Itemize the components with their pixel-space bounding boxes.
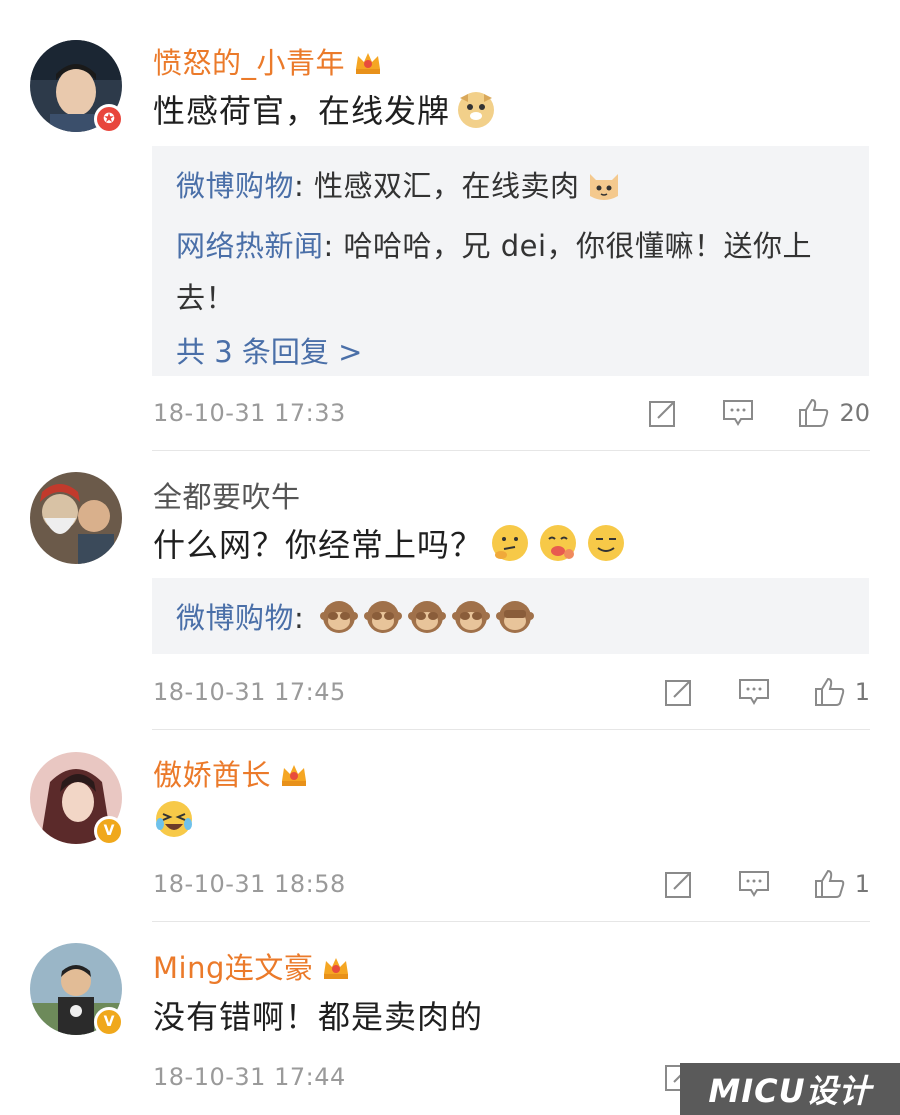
like-button[interactable]: 1: [813, 675, 870, 709]
vip-crown-icon: [279, 761, 309, 796]
avatar[interactable]: [30, 472, 122, 564]
smirk-emoji-icon: [585, 522, 627, 572]
username-text[interactable]: 傲娇酋长: [153, 758, 271, 792]
watermark-logo: MICU设计: [680, 1063, 900, 1115]
verified-badge-icon: ✪: [94, 104, 124, 134]
thumbs-up-icon: [814, 869, 844, 898]
reply-text: 性感双汇，在线卖肉: [314, 169, 580, 203]
like-button[interactable]: 20: [797, 396, 870, 430]
reply-box[interactable]: 微博购物: 性感双汇，在线卖肉 网络热新闻: 哈哈哈，兄 dei，你很懂嘛！送你…: [152, 146, 869, 376]
reply-separator: :: [294, 601, 315, 635]
see-no-evil-monkey-icon: [364, 598, 403, 652]
comment-button[interactable]: [737, 676, 771, 708]
reply-username[interactable]: 微博购物: [176, 601, 294, 635]
comment-icon: [738, 871, 769, 897]
comment-button[interactable]: [721, 397, 755, 429]
see-no-evil-monkey-icon: [408, 598, 447, 652]
repost-icon: [664, 680, 691, 706]
comment-icon: [723, 400, 754, 426]
avatar[interactable]: V: [30, 752, 124, 846]
reply-text-continued: 去！: [176, 281, 236, 315]
see-no-evil-monkey-icon: [496, 598, 535, 652]
laughing-tears-emoji-icon: [153, 798, 195, 848]
comment-text-content: 性感荷官，在线发牌: [153, 92, 451, 130]
comment-text: 没有错啊！都是卖肉的: [153, 998, 484, 1036]
verified-v-badge-icon: V: [94, 1007, 124, 1037]
see-no-evil-monkey-icon: [320, 598, 359, 652]
like-count: 20: [839, 399, 870, 427]
repost-button[interactable]: [663, 868, 695, 900]
doge-emoji-icon: [456, 90, 496, 138]
action-bar: 1: [621, 864, 870, 904]
drooling-emoji-icon: [537, 522, 579, 572]
reply-separator: :: [294, 169, 315, 203]
username[interactable]: 愤怒的_小青年: [153, 40, 383, 84]
action-bar: 1: [621, 672, 870, 712]
like-count: 1: [854, 870, 870, 898]
username-text[interactable]: 愤怒的_小青年: [153, 46, 345, 80]
vip-crown-icon: [321, 954, 351, 989]
comment-text: 什么网？你经常上吗？: [153, 520, 627, 572]
username[interactable]: 全都要吹牛: [153, 474, 301, 516]
thumbs-up-icon: [799, 398, 829, 427]
avatar[interactable]: ✪: [30, 40, 124, 134]
comment-text: 性感荷官，在线发牌: [153, 86, 496, 138]
reply-username[interactable]: 微博购物: [176, 169, 294, 203]
like-count: 1: [854, 678, 870, 706]
vip-crown-icon: [353, 49, 383, 84]
repost-button[interactable]: [647, 397, 679, 429]
thumbs-up-icon: [814, 677, 844, 706]
see-no-evil-monkey-icon: [452, 598, 491, 652]
timestamp: 18-10-31 17:44: [153, 1063, 346, 1091]
cat-emoji-icon: [586, 168, 622, 220]
username[interactable]: 傲娇酋长: [153, 752, 309, 796]
avatar-image: [30, 472, 122, 564]
reply-item: 微博购物:: [176, 592, 845, 652]
repost-icon: [649, 401, 676, 427]
divider: [152, 729, 870, 730]
verified-v-badge-icon: V: [94, 816, 124, 846]
avatar[interactable]: V: [30, 943, 124, 1037]
comment-icon: [738, 679, 769, 705]
reply-text: 哈哈哈，兄 dei，你很懂嘛！送你上: [343, 229, 813, 263]
reply-box[interactable]: 微博购物:: [152, 578, 869, 654]
reply-item: 微博购物: 性感双汇，在线卖肉: [176, 160, 845, 220]
timestamp: 18-10-31 17:33: [153, 399, 346, 427]
like-button[interactable]: 1: [813, 867, 870, 901]
divider: [152, 450, 870, 451]
repost-button[interactable]: [663, 676, 695, 708]
reply-username[interactable]: 网络热新闻: [176, 229, 324, 263]
action-bar: 20: [605, 393, 870, 433]
timestamp: 18-10-31 18:58: [153, 870, 346, 898]
timestamp: 18-10-31 17:45: [153, 678, 346, 706]
view-more-replies-link[interactable]: 共 3 条回复 >: [176, 326, 845, 378]
comment-meta: 18-10-31 17:33 20: [153, 393, 870, 433]
divider: [152, 921, 870, 922]
username-text[interactable]: Ming连文豪: [153, 951, 313, 985]
thinking-emoji-icon: [489, 522, 531, 572]
comment-button[interactable]: [737, 868, 771, 900]
comment-text: [153, 798, 195, 848]
reply-separator: :: [323, 229, 344, 263]
reply-item: 网络热新闻: 哈哈哈，兄 dei，你很懂嘛！送你上: [176, 220, 845, 272]
comment-text-content: 什么网？你经常上吗？: [153, 526, 484, 564]
comment-meta: 18-10-31 18:58 1: [153, 864, 870, 904]
username[interactable]: Ming连文豪: [153, 945, 351, 989]
repost-icon: [664, 872, 691, 898]
comment-meta: 18-10-31 17:45 1: [153, 672, 870, 712]
